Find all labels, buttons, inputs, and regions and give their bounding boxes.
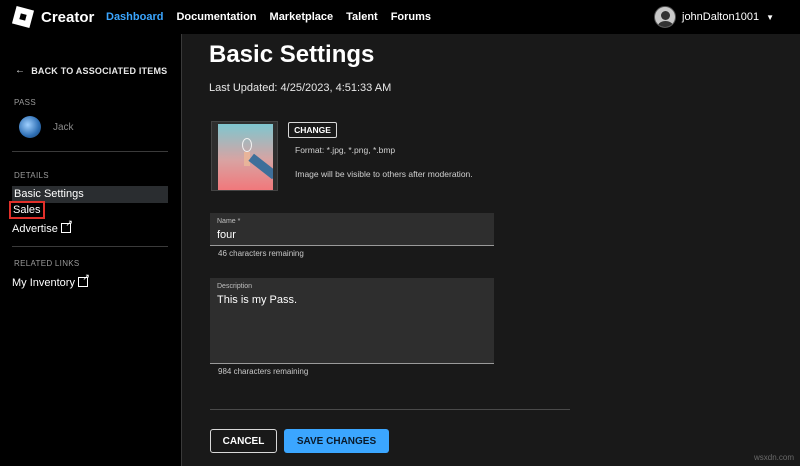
user-menu[interactable]: johnDalton1001 ▼: [654, 6, 774, 28]
name-field-label: Name *: [217, 218, 241, 225]
sidebar-item-sales[interactable]: Sales: [9, 201, 45, 219]
page-title: Basic Settings: [209, 41, 375, 68]
chevron-down-icon: ▼: [766, 12, 774, 22]
username: johnDalton1001: [682, 11, 760, 23]
last-updated: Last Updated: 4/25/2023, 4:51:33 AM: [209, 82, 392, 94]
back-label: BACK TO ASSOCIATED ITEMS: [31, 65, 168, 76]
save-changes-button[interactable]: SAVE CHANGES: [284, 429, 389, 453]
details-section-label: DETAILS: [14, 171, 49, 180]
nav-dashboard[interactable]: Dashboard: [106, 11, 163, 23]
cancel-button[interactable]: CANCEL: [210, 429, 277, 453]
creator-logo[interactable]: Creator: [11, 5, 100, 29]
description-field[interactable]: Description This is my Pass.: [210, 278, 494, 364]
form-divider: [210, 409, 570, 410]
nav-links: Dashboard Documentation Marketplace Tale…: [106, 11, 444, 23]
watermark: wsxdn.com: [753, 453, 794, 462]
change-image-button[interactable]: CHANGE: [288, 122, 337, 138]
description-field-label: Description: [217, 283, 253, 290]
pass-item[interactable]: Jack: [19, 116, 74, 138]
sidebar-item-my-inventory[interactable]: My Inventory: [12, 272, 90, 289]
arm-shape: [248, 153, 273, 180]
nav-forums[interactable]: Forums: [391, 11, 431, 23]
image-format-hint: Format: *.jpg, *.png, *.bmp: [295, 145, 396, 155]
my-inventory-label: My Inventory: [12, 277, 75, 289]
image-moderation-hint: Image will be visible to others after mo…: [295, 169, 473, 179]
related-links-label: RELATED LINKS: [14, 259, 80, 268]
roblox-logo-icon: [11, 5, 35, 29]
brand-name: Creator: [41, 8, 95, 26]
divider: [12, 246, 168, 247]
name-field[interactable]: Name *: [210, 213, 494, 246]
avatar: [654, 6, 676, 28]
pass-image: [211, 121, 278, 191]
description-input[interactable]: This is my Pass.: [217, 294, 487, 306]
lightbulb-shape: [242, 138, 252, 152]
nav-talent[interactable]: Talent: [346, 11, 378, 23]
pass-name: Jack: [53, 121, 74, 133]
sales-highlight-box: Sales: [9, 201, 45, 219]
pass-thumbnail: [19, 116, 41, 138]
arrow-left-icon: ←: [15, 65, 26, 76]
advertise-label: Advertise: [12, 223, 58, 235]
name-input[interactable]: [217, 229, 487, 241]
sidebar: ← BACK TO ASSOCIATED ITEMS PASS Jack DET…: [0, 34, 182, 466]
pass-section-label: PASS: [14, 98, 36, 107]
external-link-icon: [60, 218, 73, 233]
nav-marketplace[interactable]: Marketplace: [270, 11, 334, 23]
divider: [12, 151, 168, 152]
nav-documentation[interactable]: Documentation: [176, 11, 256, 23]
top-nav: Creator Dashboard Documentation Marketpl…: [0, 0, 800, 34]
name-characters-remaining: 46 characters remaining: [218, 249, 304, 258]
external-link-icon: [77, 272, 90, 287]
sidebar-item-advertise[interactable]: Advertise: [12, 218, 73, 235]
description-characters-remaining: 984 characters remaining: [218, 367, 309, 376]
pass-image-preview: [218, 124, 273, 190]
back-to-associated-items-link[interactable]: ← BACK TO ASSOCIATED ITEMS: [15, 65, 167, 76]
